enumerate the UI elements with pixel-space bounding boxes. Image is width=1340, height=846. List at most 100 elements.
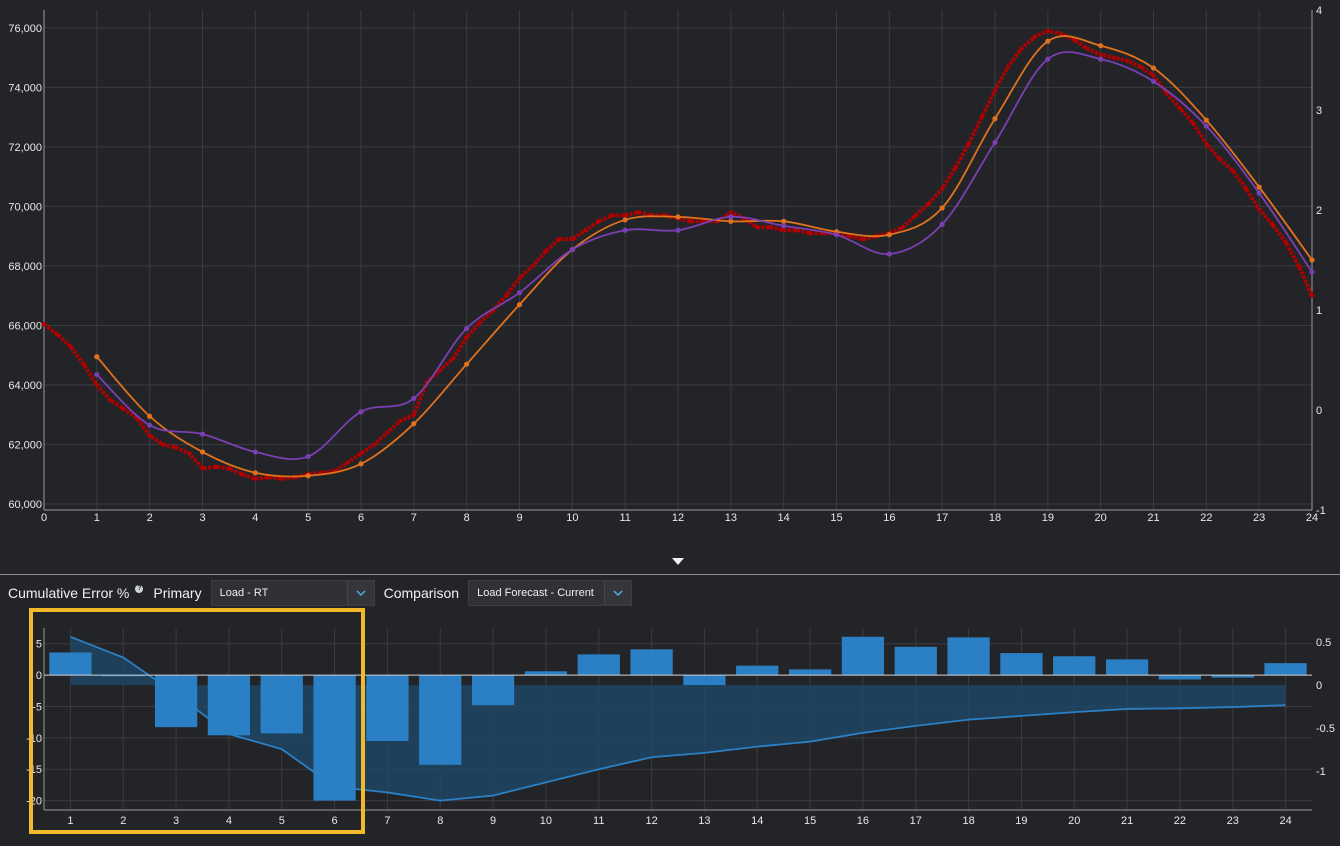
data-point: [622, 217, 628, 223]
data-point: [1150, 78, 1157, 85]
chevron-down-icon[interactable]: [604, 581, 632, 605]
x-tick-label: 12: [672, 512, 684, 524]
x-tick-label: 7: [411, 512, 417, 524]
y-right-tick-label: 1: [1316, 305, 1322, 317]
error-bar: [1053, 656, 1096, 676]
error-bar: [577, 654, 620, 676]
data-point: [451, 356, 456, 361]
data-point: [728, 210, 734, 215]
x-tick-label: 8: [437, 815, 443, 827]
error-bar: [788, 669, 832, 676]
data-point: [504, 293, 509, 298]
data-point: [226, 466, 232, 471]
error-bar: [49, 652, 92, 676]
data-point: [345, 460, 350, 465]
x-tick-label: 23: [1253, 512, 1265, 524]
data-point: [1256, 184, 1262, 190]
chevron-down-icon[interactable]: [346, 581, 374, 605]
data-point: [596, 219, 601, 224]
data-point: [1204, 141, 1209, 147]
data-point: [252, 449, 258, 455]
data-point: [781, 223, 787, 229]
data-point: [464, 335, 469, 340]
data-point: [411, 421, 417, 427]
data-point: [636, 210, 641, 215]
data-point: [609, 213, 615, 218]
data-point: [675, 227, 681, 233]
series-forecast: [94, 35, 1315, 479]
error-bar: [894, 646, 937, 676]
data-point: [1098, 43, 1104, 49]
data-point: [992, 139, 998, 146]
data-point: [68, 344, 73, 349]
data-point: [1190, 120, 1196, 126]
x-tick-label: 4: [252, 512, 258, 524]
data-point: [583, 228, 588, 233]
x-tick-label: 24: [1279, 815, 1291, 827]
data-point: [1111, 55, 1117, 60]
y-right-tick-label: 2: [1316, 205, 1322, 217]
data-point: [1045, 28, 1051, 34]
data-point: [1217, 156, 1222, 162]
x-tick-label: 11: [619, 512, 630, 524]
y-tick-label: 60,000: [8, 499, 42, 511]
data-point: [992, 88, 998, 93]
data-point: [781, 228, 786, 233]
data-point: [199, 431, 206, 437]
data-point: [385, 430, 390, 435]
data-point: [1309, 257, 1315, 263]
data-point: [41, 321, 47, 327]
primary-label: Primary: [153, 585, 202, 601]
x-tick-label: 6: [332, 815, 338, 827]
data-point: [1150, 65, 1157, 71]
x-tick-label: 13: [725, 512, 737, 524]
data-point: [833, 232, 840, 238]
data-point: [886, 251, 892, 257]
series-forecast-line: [96, 35, 1313, 478]
data-point: [94, 371, 100, 378]
x-tick-label: 21: [1147, 512, 1159, 524]
x-tick-label: 14: [751, 815, 763, 827]
x-tick-label: 2: [120, 815, 126, 827]
panel-divider: [0, 574, 1340, 575]
x-tick-label: 20: [1068, 815, 1080, 827]
x-tick-label: 14: [778, 512, 790, 524]
data-point: [1045, 38, 1051, 44]
y-tick-label: 62,000: [8, 440, 42, 452]
collapse-panel-toggle[interactable]: [672, 558, 684, 565]
x-tick-label: 9: [490, 815, 496, 827]
error-bar: [419, 675, 462, 765]
primary-select-value: Load - RT: [219, 587, 269, 599]
data-point: [1085, 46, 1090, 51]
y-tick-label: 76,000: [8, 23, 42, 35]
comparison-select[interactable]: Load Forecast - Current: [468, 580, 633, 606]
x-tick-label: 16: [883, 512, 895, 524]
y-tick-label: 66,000: [8, 320, 42, 332]
data-point: [1296, 263, 1301, 269]
data-point: [913, 213, 918, 218]
data-point: [556, 236, 562, 242]
error-bar: [313, 675, 356, 801]
x-tick-label: 16: [857, 815, 869, 827]
data-point: [305, 453, 311, 460]
data-point: [768, 225, 773, 230]
data-point: [1019, 46, 1024, 51]
help-icon[interactable]: ?: [135, 585, 144, 593]
error-bar: [366, 675, 409, 741]
data-point: [1203, 117, 1209, 123]
data-point: [187, 451, 192, 456]
data-point: [1283, 239, 1288, 245]
data-point: [199, 449, 206, 455]
y-tick-label: 68,000: [8, 261, 42, 273]
y-tick-label: 64,000: [8, 380, 42, 392]
data-point: [1098, 52, 1103, 57]
data-point: [570, 236, 575, 242]
primary-select[interactable]: Load - RT: [210, 580, 375, 606]
error-bar: [947, 637, 990, 676]
data-point: [107, 397, 113, 403]
y-tick-label: 5: [36, 639, 42, 651]
data-point: [358, 451, 364, 456]
x-tick-label: 7: [384, 815, 390, 827]
y-tick-label: 0: [36, 670, 42, 682]
data-point: [239, 472, 245, 477]
